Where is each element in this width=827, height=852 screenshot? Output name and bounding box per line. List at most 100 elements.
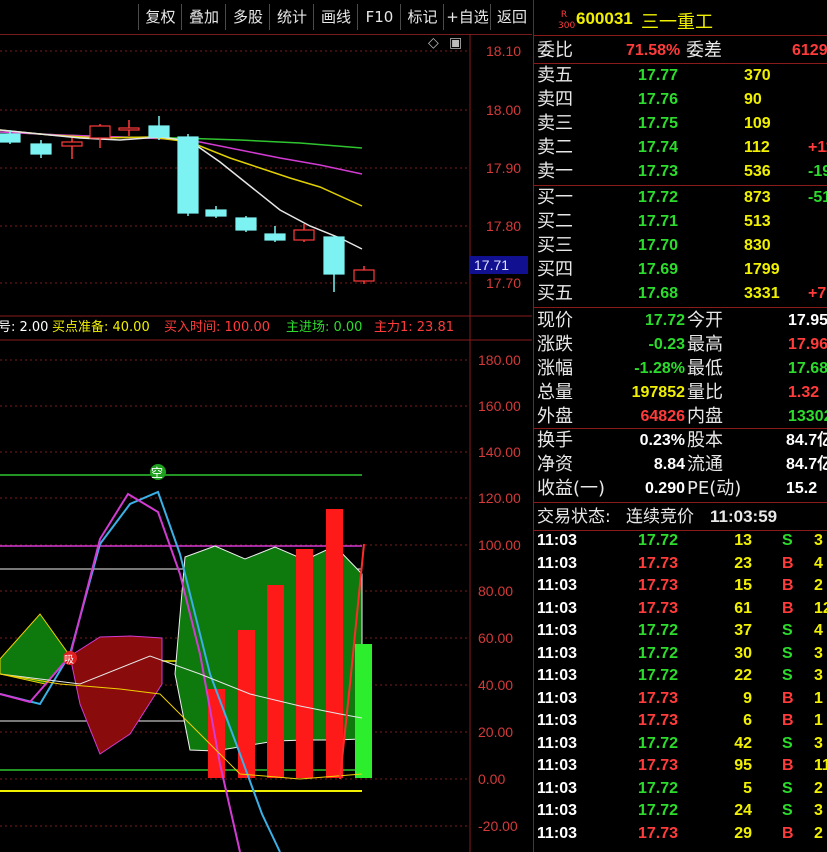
candle-body: [353, 269, 375, 282]
toolbar-button-1[interactable]: 叠加: [181, 4, 226, 30]
ask-row[interactable]: 卖一 17.73 536 -19: [534, 160, 827, 184]
ask-row[interactable]: 卖四 17.76 90: [534, 88, 827, 112]
ask-row[interactable]: 卖三 17.75 109: [534, 112, 827, 136]
toolbar-button-6[interactable]: 标记: [400, 4, 444, 30]
bid-row[interactable]: 买二 17.71 513: [534, 210, 827, 234]
trade-status-time: 11:03:59: [710, 507, 778, 526]
tick-time: 11:03: [537, 779, 578, 797]
toolbar-button-2[interactable]: 多股: [225, 4, 270, 30]
tick-row[interactable]: 11:03 17.73 23 B 4: [534, 553, 827, 576]
ask-volume: 90: [744, 91, 762, 108]
indicator-axis-label: -20.00: [478, 818, 518, 834]
tick-price: 17.72: [638, 667, 679, 684]
tick-volume: 29: [734, 824, 752, 842]
tick-count: 2: [814, 779, 823, 797]
indicator-bar: [296, 549, 313, 778]
candle-body: [177, 136, 199, 214]
fund-value: 84.7亿: [786, 456, 827, 473]
quote-value: 1.32: [788, 384, 820, 401]
tick-row[interactable]: 11:03 17.72 37 S 4: [534, 620, 827, 643]
tick-count: 1: [814, 689, 823, 707]
quote-value: 17.72: [644, 312, 685, 329]
tick-row[interactable]: 11:03 17.72 24 S 3: [534, 800, 827, 823]
tick-row[interactable]: 11:03 17.72 13 S 3: [534, 530, 827, 553]
bid-row[interactable]: 买四 17.69 1799: [534, 258, 827, 282]
candle-body: [89, 125, 111, 139]
price-label: 18.10: [486, 43, 521, 59]
tick-row[interactable]: 11:03 17.73 95 B 11: [534, 755, 827, 778]
indicator-legend-item: 主力1: 23.81: [374, 320, 454, 335]
bid-volume: 873: [744, 189, 771, 206]
candle-body: [118, 127, 140, 131]
tick-row[interactable]: 11:03 17.73 29 B 2: [534, 823, 827, 846]
bid-row[interactable]: 买三 17.70 830: [534, 234, 827, 258]
toolbar-button-7[interactable]: +自选: [443, 4, 491, 30]
indicator-legend-item: 号: 2.00: [0, 320, 48, 335]
toolbar-button-0[interactable]: 复权: [138, 4, 182, 30]
weibi-value: 71.58%: [626, 42, 681, 59]
tick-row[interactable]: 11:03 17.73 61 B 12: [534, 598, 827, 621]
quote-value: -1.28%: [634, 360, 685, 377]
indicator-axis-label: 20.00: [478, 724, 513, 740]
ask-label: 卖一: [537, 161, 573, 182]
tick-count: 2: [814, 577, 823, 594]
tick-row[interactable]: 11:03 17.72 22 S 3: [534, 665, 827, 688]
fund-label: 收益(一): [537, 478, 606, 499]
bid-row[interactable]: 买五 17.68 3331 +7: [534, 282, 827, 306]
tick-row[interactable]: 11:03 17.73 6 B 1: [534, 710, 827, 733]
tick-count: 4: [814, 622, 823, 639]
ask-row[interactable]: 卖二 17.74 112 +11: [534, 136, 827, 160]
quote-label: 最低: [687, 358, 723, 379]
candle-body: [293, 229, 315, 241]
tick-price: 17.73: [638, 577, 679, 594]
toolbar-button-5[interactable]: F10: [357, 4, 401, 30]
indicator-legend-item: 买点准备: 40.00: [52, 319, 150, 335]
trade-status-value: 连续竞价: [626, 507, 694, 527]
tick-side: S: [782, 667, 793, 684]
chart-area[interactable]: 18.10 18.00 17.90 17.80 17.70 17.71 ◇ ▣ 号: 2…: [0, 34, 532, 852]
fund-value: 0.290: [644, 480, 685, 497]
quote-row: 涨幅 -1.28% 最低 17.68: [534, 357, 827, 381]
bid-price: 17.71: [638, 213, 679, 230]
ask-label: 卖四: [537, 89, 573, 110]
indicator-axis-label: 80.00: [478, 583, 513, 599]
tick-count: 4: [814, 554, 823, 572]
tick-row[interactable]: 11:03 17.73 15 B 2: [534, 575, 827, 598]
toolbar-button-4[interactable]: 画线: [313, 4, 358, 30]
tick-volume: 5: [743, 779, 752, 797]
price-label: 17.80: [486, 218, 521, 234]
tick-price: 17.72: [638, 779, 679, 797]
fund-label: 净资: [537, 454, 573, 475]
ask-label: 卖三: [537, 113, 573, 134]
tick-row[interactable]: 11:03 17.72 42 S 3: [534, 733, 827, 756]
candles: [0, 116, 375, 292]
tick-price: 17.72: [638, 532, 679, 549]
tick-side: S: [782, 779, 793, 797]
candle-body: [148, 125, 170, 138]
bid-change: -51: [808, 189, 827, 206]
ask-volume: 370: [744, 67, 771, 84]
tick-row[interactable]: 11:03 17.72 30 S 3: [534, 643, 827, 666]
fund-row: 净资 8.84 流通 84.7亿: [534, 453, 827, 477]
ask-row[interactable]: 卖五 17.77 370: [534, 64, 827, 88]
tick-side: B: [782, 757, 794, 774]
tick-side: B: [782, 599, 794, 617]
toolbar-button-3[interactable]: 统计: [269, 4, 314, 30]
tick-row[interactable]: 11:03 17.73 9 B 1: [534, 688, 827, 711]
tick-volume: 9: [743, 689, 752, 707]
candle-body: [30, 143, 52, 155]
diamond-icon: ◇: [428, 35, 439, 51]
tick-time: 11:03: [537, 712, 578, 729]
tick-row[interactable]: 11:03 17.72 5 S 2: [534, 778, 827, 801]
trade-status-label: 交易状态:: [537, 507, 611, 527]
indicator-legend-item: 买入时间: 100.00: [164, 320, 270, 335]
tick-side: B: [782, 554, 794, 572]
toolbar-button-8[interactable]: 返回: [490, 4, 533, 30]
ask-price: 17.77: [638, 67, 679, 84]
ask-price: 17.75: [638, 115, 679, 132]
tick-side: S: [782, 644, 793, 662]
quote-label: 内盘: [687, 406, 723, 427]
bid-row[interactable]: 买一 17.72 873 -51: [534, 186, 827, 210]
bid-volume: 3331: [744, 285, 780, 302]
tick-price: 17.72: [638, 802, 679, 819]
